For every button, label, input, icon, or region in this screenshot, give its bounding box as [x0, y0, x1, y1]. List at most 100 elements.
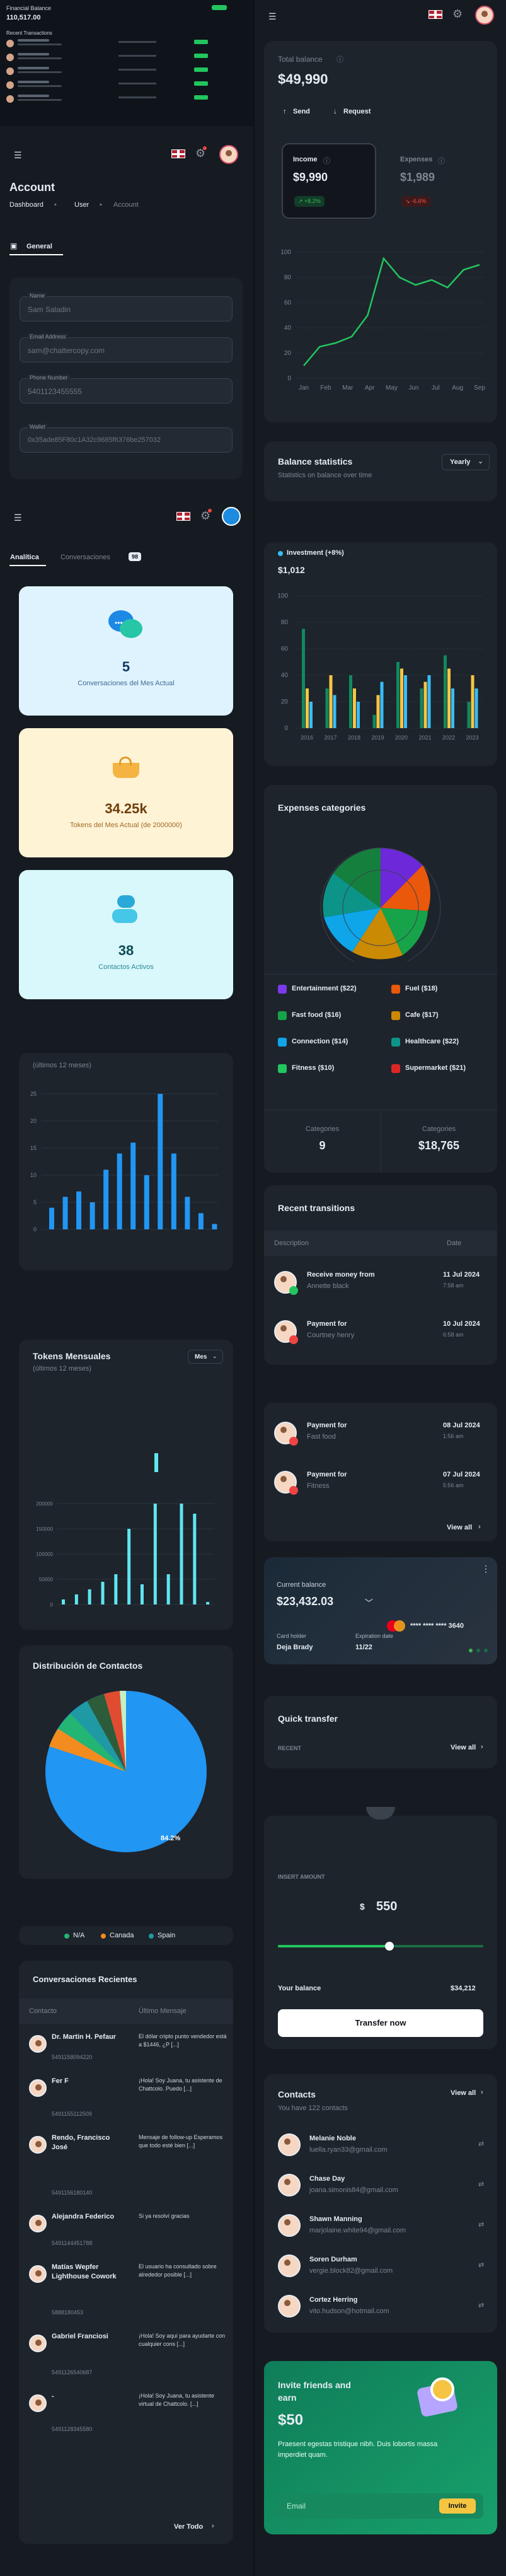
contact-row[interactable]: Chase Day joana.simonis84@gmail.com ⇄	[264, 2165, 497, 2203]
user-avatar-2[interactable]	[475, 6, 494, 25]
transfer-arrows-icon[interactable]: ⇄	[478, 2301, 484, 2309]
general-tab-icon: ▣	[10, 241, 18, 250]
contact-row[interactable]: Melanie Noble luella.ryan33@gmail.com ⇄	[264, 2125, 497, 2162]
contact-row[interactable]: Cortez Herring vito.hudson@hotmail.com ⇄	[264, 2286, 497, 2324]
transition-row[interactable]: Payment for Fast food 08 Jul 2024 1:56 am	[264, 1409, 497, 1456]
breadcrumb-dashboard[interactable]: Dashboard	[9, 201, 43, 209]
email-field[interactable]: Email Address sam@chattercopy.com	[20, 334, 233, 363]
settings-gear-icon-3[interactable]: ⚙	[452, 8, 463, 21]
quick-view-all[interactable]: View all	[451, 1744, 476, 1751]
recent-header-mensaje: Último Mensaje	[139, 2007, 187, 2015]
user-avatar[interactable]	[219, 145, 238, 164]
uk-flag-icon-2[interactable]	[176, 512, 190, 521]
chevron-down-icon: ⌄	[212, 1353, 217, 1359]
transitions-view-all[interactable]: View all	[447, 1524, 472, 1531]
invite-email-input[interactable]: Email Invite	[278, 2493, 483, 2519]
wallet-field[interactable]: Wallet 0x35ade85F80c1A32c9685f6376be25703…	[20, 424, 233, 453]
send-button[interactable]: Send	[293, 108, 310, 115]
carousel-dot-2[interactable]	[476, 1649, 480, 1652]
snippet-name-bar	[18, 53, 49, 55]
tokens-chart-card: Tokens Mensuales (últimos 12 meses) Mes …	[19, 1340, 233, 1630]
request-button[interactable]: Request	[343, 108, 371, 115]
chart1-bar	[185, 1197, 190, 1229]
invite-button[interactable]: Invite	[439, 2498, 476, 2514]
phone-field[interactable]: Phone Number 5401123455555	[20, 374, 233, 403]
income-box[interactable]: Income ⓘ $9,990 ↗ +8.2%	[282, 143, 376, 219]
tab-analitica[interactable]: Analítica	[10, 554, 39, 561]
carousel-dot-3[interactable]	[484, 1649, 488, 1652]
ver-todo-link[interactable]: Ver Todo	[174, 2523, 203, 2531]
transition-date: 08 Jul 2024	[443, 1422, 480, 1429]
contact-avatar	[278, 2214, 301, 2237]
expense-category-icon	[391, 1038, 400, 1047]
snippet-row[interactable]	[5, 79, 248, 92]
uk-flag-icon[interactable]	[171, 149, 185, 158]
yearly-select[interactable]: Yearly ⌄	[442, 454, 490, 470]
recent-transitions-card-2: Payment for Fast food 08 Jul 2024 1:56 am Pa…	[264, 1403, 497, 1541]
expense-category-label: Fitness ($10)	[292, 1064, 335, 1072]
request-arrow-icon: ↓	[333, 108, 337, 115]
transfer-arrows-icon[interactable]: ⇄	[478, 2140, 484, 2148]
recent-conversation-row[interactable]: Matías Wepfer Lighthouse Cowork 588818045…	[19, 2254, 233, 2323]
recent-conversation-row[interactable]: Alejandra Federico 5491144451788 Si ya res…	[19, 2203, 233, 2254]
transition-time: 6:58 am	[443, 1332, 464, 1338]
chart2-bar	[101, 1582, 105, 1604]
contact-row[interactable]: Soren Durham vergie.block82@gmail.com ⇄	[264, 2246, 497, 2283]
chart1-bar	[144, 1175, 149, 1229]
name-field[interactable]: Name Sam Saladin	[20, 293, 233, 322]
recent-conversation-row[interactable]: Gabriel Franciosi 5491126540687 ¡Hola! Soy…	[19, 2323, 233, 2383]
selected-recipient-avatar[interactable]	[366, 1807, 395, 1819]
contacts-view-all[interactable]: View all	[451, 2089, 476, 2097]
tokens-period-select[interactable]: Mes ⌄	[188, 1350, 223, 1364]
balance-statistics-header-card: Balance statistics Statistics on balance…	[264, 441, 497, 501]
breadcrumb-user[interactable]: User	[74, 201, 89, 209]
amount-slider[interactable]	[278, 1942, 483, 1951]
tab-general[interactable]: General	[26, 243, 52, 250]
snippet-row[interactable]	[5, 93, 248, 106]
transition-row[interactable]: Receive money from Annette black 11 Jul 20…	[264, 1258, 497, 1306]
snippet-date-bar	[118, 69, 156, 71]
profile-icon[interactable]	[222, 507, 241, 526]
menu-icon-2[interactable]: ☰	[14, 513, 22, 523]
snippet-row[interactable]	[5, 38, 248, 50]
transition-row[interactable]: Payment for Courtney henry 10 Jul 2024 6:58…	[264, 1308, 497, 1355]
recent-conversation-row[interactable]: - 5491128345580 ¡Hola! Soy Juana, tu asist…	[19, 2383, 233, 2440]
snippet-green-button[interactable]	[212, 5, 227, 10]
transfer-arrows-icon[interactable]: ⇄	[478, 2220, 484, 2229]
recent-conversation-row[interactable]: Rendo, Francisco José 5491156180140 Mensaj…	[19, 2125, 233, 2203]
chart1-bar	[49, 1207, 54, 1229]
line-month-label: Aug	[452, 385, 463, 392]
info-icon: ⓘ	[336, 56, 343, 64]
amount-slider-thumb[interactable]	[385, 1942, 394, 1951]
transfer-now-button[interactable]: Transfer now	[278, 2009, 483, 2037]
more-options-icon[interactable]: ⋮	[481, 1564, 490, 1574]
transfer-arrows-icon[interactable]: ⇄	[478, 2261, 484, 2269]
recent-conversation-row[interactable]: Dr. Martin H. Pefaur 5491158094220 El dóla…	[19, 2024, 233, 2068]
contact-email: vergie.block82@gmail.com	[309, 2267, 393, 2275]
line-month-label: Jul	[432, 385, 440, 392]
chart1-tick: 20	[30, 1118, 37, 1124]
recent-header-contacto: Contacto	[29, 2007, 57, 2015]
snippet-desc-bar	[18, 85, 62, 87]
menu-icon-3[interactable]: ☰	[268, 11, 277, 22]
transition-time: 1:56 am	[443, 1433, 464, 1439]
transfer-arrows-icon[interactable]: ⇄	[478, 2180, 484, 2188]
receive-badge-icon	[289, 1286, 298, 1295]
grouped-bar	[396, 662, 400, 728]
uk-flag-icon-3[interactable]	[428, 10, 442, 19]
contact-email: luella.ryan33@gmail.com	[309, 2146, 388, 2154]
transition-row[interactable]: Payment for Fitness 07 Jul 2024 5:56 am	[264, 1458, 497, 1506]
snippet-row[interactable]	[5, 52, 248, 64]
snippet-row[interactable]	[5, 66, 248, 78]
tab-conversaciones[interactable]: Conversaciones	[60, 554, 110, 561]
contact-row[interactable]: Shawn Manning marjolaine.white94@gmail.co…	[264, 2205, 497, 2243]
grouped-bar	[427, 675, 431, 728]
chart2-bar	[193, 1514, 197, 1604]
transfer-amount[interactable]: 550	[376, 1900, 397, 1914]
expenses-box[interactable]: Expenses ⓘ $1,989 ↘ -6.6%	[390, 144, 485, 219]
carousel-dot-1[interactable]	[469, 1649, 473, 1652]
recent-conversation-row[interactable]: Fer F 5491155112509 ¡Hola! Soy Juana, tu a…	[19, 2068, 233, 2125]
menu-icon[interactable]: ☰	[14, 150, 22, 161]
tokens-title: Tokens Mensuales	[33, 1351, 111, 1361]
eye-toggle-icon[interactable]: ﹀	[365, 1596, 373, 1608]
